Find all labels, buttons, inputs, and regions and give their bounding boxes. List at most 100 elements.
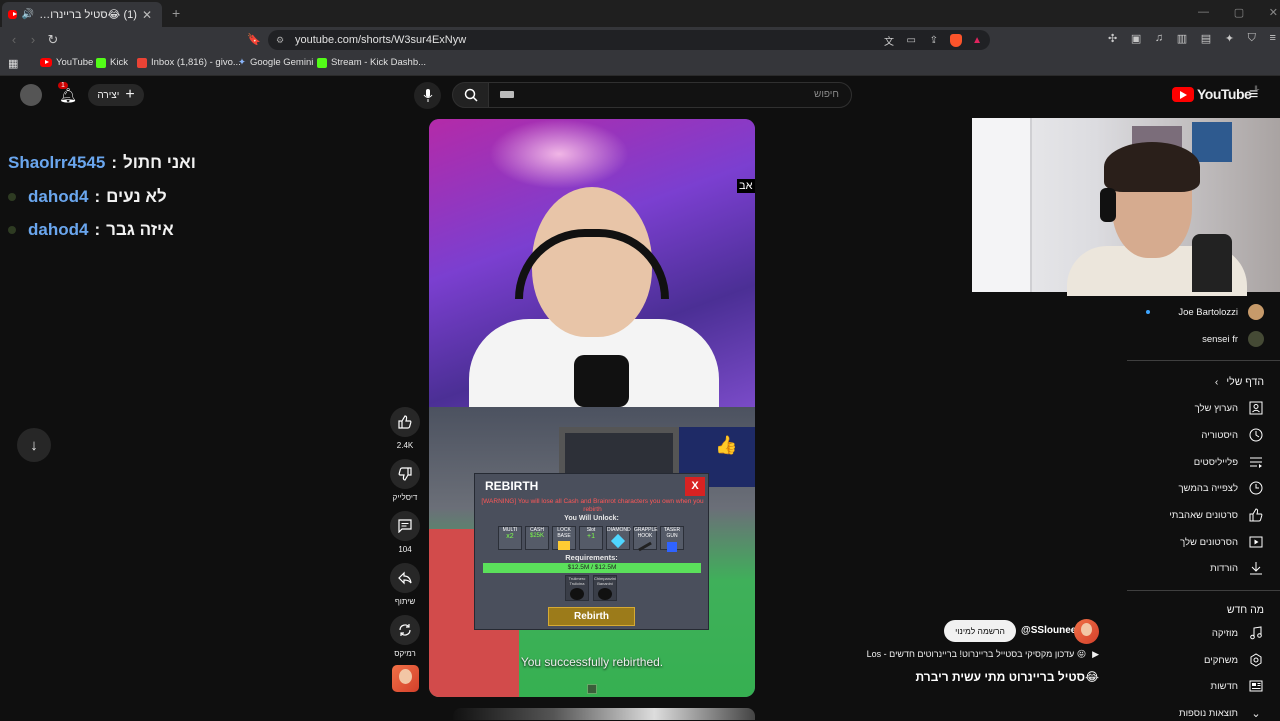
music-icon[interactable]: ♫ <box>1155 32 1163 45</box>
sidebar-item-gaming[interactable]: משחקים <box>1204 652 1264 668</box>
next-short-preview[interactable] <box>453 708 755 720</box>
browser-menu-icon[interactable]: ≡ <box>1270 32 1276 45</box>
subscribe-button[interactable]: הרשמה למינוי <box>944 620 1016 642</box>
scroll-down-arrow-icon[interactable]: ↓ <box>17 428 51 462</box>
forward-icon[interactable]: › <box>25 32 41 48</box>
history-icon <box>1248 427 1264 443</box>
apps-icon[interactable]: ▦ <box>8 57 18 70</box>
notifications-bell-icon[interactable]: 🔔︎ 1 <box>58 82 78 105</box>
window-close-icon[interactable]: ✕ <box>1269 6 1278 19</box>
rebirth-button[interactable]: Rebirth <box>548 607 635 626</box>
dislike-button[interactable]: דיסלייק <box>390 459 420 502</box>
sidebar-item-music[interactable]: מוזיקה <box>1212 625 1264 641</box>
bookmark-gemini[interactable]: ✦ Google Gemini <box>238 57 313 68</box>
plus-icon: + <box>125 86 135 103</box>
minimize-icon[interactable]: — <box>1198 6 1209 19</box>
sidebar-item-watch-later[interactable]: לצפייה בהמשך <box>1178 480 1264 496</box>
short-description-row[interactable]: ▶ 😝 עדכון מקסיקי בסטייל בריינרוט! בריינר… <box>866 649 1099 660</box>
voice-search-icon[interactable] <box>414 82 441 109</box>
brave-shield-icon[interactable] <box>950 33 962 47</box>
remix-button[interactable]: רמיקס <box>390 615 420 658</box>
site-info-icon[interactable]: ⚙ <box>276 35 284 46</box>
address-bar[interactable]: ⚙ youtube.com/shorts/W3sur4ExNyw 文 ▭ ⇪ ▲ <box>268 30 990 50</box>
translate-icon[interactable]: 文 <box>884 33 894 48</box>
subscription-item[interactable]: Joe Bartolozzi <box>1146 304 1264 320</box>
chat-username: Shaolrr4545 <box>8 153 106 172</box>
rebirth-title: REBIRTH <box>485 479 539 493</box>
sidebar-item-playlists[interactable]: פלייליסטים <box>1194 454 1264 470</box>
shorts-video-player[interactable]: אב 👍 REBIRTH X [WARNING] You will lose a… <box>429 119 755 697</box>
cast-icon[interactable]: ▭ <box>907 35 916 46</box>
bookmark-icon[interactable]: 🔖 <box>246 32 262 48</box>
webcam-chair <box>1192 234 1232 292</box>
sidebar-item-downloads[interactable]: הורדות <box>1210 560 1264 576</box>
gemini-icon: ✦ <box>238 57 246 68</box>
sound-thumbnail[interactable] <box>392 665 419 692</box>
bookmark-youtube[interactable]: YouTube <box>40 57 93 68</box>
youtube-logo-text: YouTube <box>1197 86 1252 102</box>
chat-separator: : <box>94 220 101 239</box>
browser-tab[interactable]: ✕ (1) 😂סטיל בריינרוט מתי עשי 🔊 <box>2 2 162 27</box>
bookmark-kick[interactable]: Kick <box>96 57 128 68</box>
chat-username: dahod4 <box>28 220 89 239</box>
comments-button[interactable]: 104 <box>390 511 420 554</box>
share-button[interactable]: שיתוף <box>390 563 420 606</box>
chevron-left-icon: › <box>1214 376 1219 388</box>
brave-rewards-icon[interactable]: ▲ <box>972 35 982 46</box>
leo-ai-icon[interactable]: ✦ <box>1225 32 1234 45</box>
channel-avatar[interactable] <box>1074 619 1099 644</box>
youtube-logo-icon <box>1172 86 1194 102</box>
sidebar-item-history[interactable]: היסטוריה <box>1201 427 1264 443</box>
create-button[interactable]: יצירה + <box>88 84 144 106</box>
back-icon[interactable]: ‹ <box>6 32 22 48</box>
screenshot-icon[interactable]: ▣ <box>1131 32 1141 45</box>
sidebar-item-your-channel[interactable]: הערוץ שלך <box>1195 400 1264 416</box>
new-tab-button[interactable]: + <box>172 5 180 21</box>
maximize-icon[interactable]: ▢ <box>1234 6 1244 19</box>
url-text: youtube.com/shorts/W3sur4ExNyw <box>295 34 467 46</box>
search-input[interactable]: חיפוש <box>488 82 852 108</box>
reload-icon[interactable]: ↻ <box>45 32 61 48</box>
short-title[interactable]: 😂סטיל בריינרוט מתי עשית ריברת <box>900 670 1099 684</box>
sidebar-more-results[interactable]: ⌄ תוצאות נוספות <box>1179 705 1264 721</box>
streamer-webcam: אב <box>429 119 755 409</box>
like-button[interactable]: 2.4K <box>390 407 420 450</box>
unlock-slot: DIAMOND <box>606 526 631 550</box>
youtube-logo[interactable]: YouTube IL <box>1172 86 1259 102</box>
rebirth-close-button[interactable]: X <box>685 477 705 496</box>
sidebar-item-news[interactable]: חדשות <box>1211 678 1264 694</box>
sidebar-item-liked-videos[interactable]: סרטונים שאהבתי <box>1169 507 1264 523</box>
sidebar-item-your-videos[interactable]: הסרטונים שלך <box>1180 534 1264 550</box>
keyboard-icon[interactable] <box>500 91 514 98</box>
tab-title: (1) 😂סטיל בריינרוט מתי עשי <box>39 9 137 21</box>
share-page-icon[interactable]: ⇪ <box>930 35 938 46</box>
window-controls[interactable]: — ▢ ✕ <box>1198 6 1278 19</box>
viewer-headphones <box>1100 188 1116 222</box>
requirement-item: Trulimero Trulicina <box>565 575 589 601</box>
channel-handle[interactable]: @SSlounee <box>1021 625 1076 636</box>
bookmark-inbox[interactable]: Inbox (1,816) - givo... <box>137 57 241 68</box>
guide-menu-icon[interactable]: ≡ <box>1249 86 1258 104</box>
requirement-item: Chimpanzini Bananini <box>593 575 617 601</box>
search-button[interactable] <box>452 82 490 108</box>
remix-icon <box>390 615 420 645</box>
wallet-icon[interactable]: ▤ <box>1201 32 1211 45</box>
vpn-icon[interactable]: ⛉ <box>1248 32 1256 45</box>
explore-section-header: מה חדש <box>1226 604 1264 616</box>
close-tab-icon[interactable]: ✕ <box>142 8 152 22</box>
like-count: 2.4K <box>396 441 414 450</box>
chat-badge-icon <box>8 226 16 234</box>
kick-icon <box>317 57 327 68</box>
bookmark-kick-dashboard[interactable]: Stream - Kick Dashb... <box>317 57 426 68</box>
thumbs-up-icon <box>390 407 420 437</box>
subscription-item[interactable]: sensei fr <box>1202 331 1264 347</box>
you-section-header[interactable]: הדף שלי › <box>1215 376 1264 388</box>
account-avatar[interactable] <box>20 84 42 106</box>
speaker-icon[interactable]: 🔊 <box>22 9 34 20</box>
chat-text: לא נעים <box>106 187 167 206</box>
sidebar-toggle-icon[interactable]: ▥ <box>1177 32 1187 45</box>
video-icon <box>1248 534 1264 550</box>
game-toast: You successfully rebirthed. <box>520 655 664 669</box>
extensions-icon[interactable]: ✣ <box>1108 32 1117 45</box>
rebirth-dialog[interactable]: REBIRTH X [WARNING] You will lose all Ca… <box>474 473 709 630</box>
